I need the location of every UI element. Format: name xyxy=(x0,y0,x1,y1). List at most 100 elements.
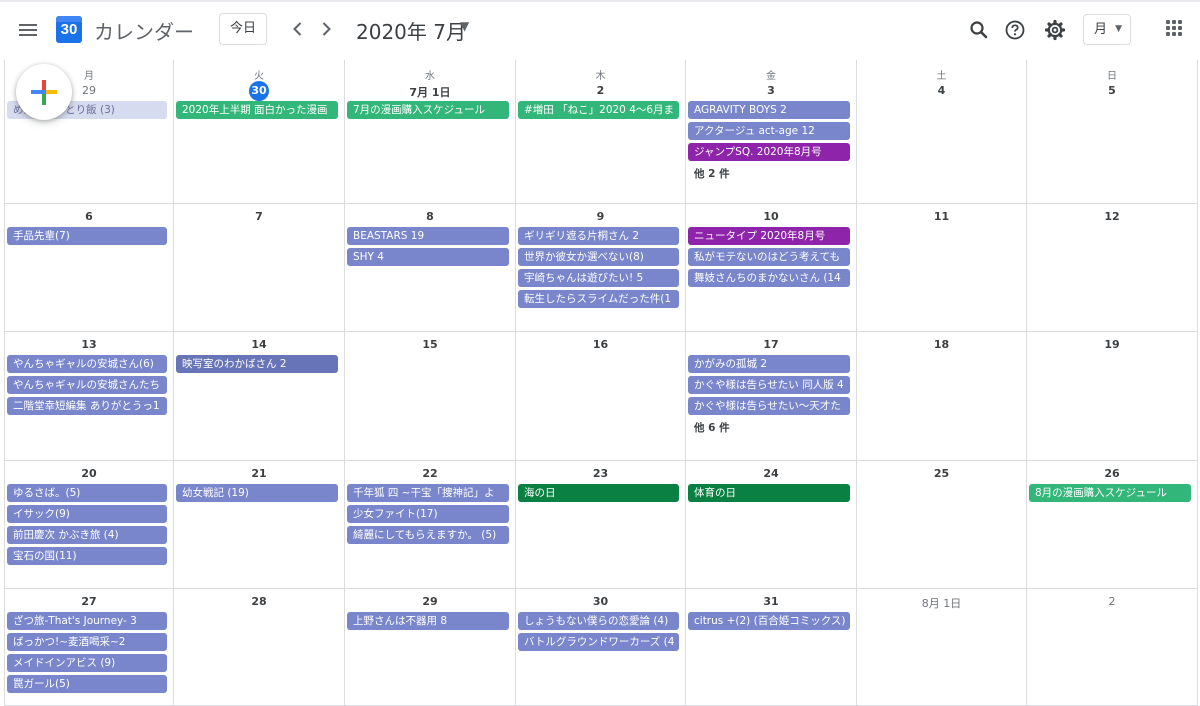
day-cell[interactable]: 17 かがみの孤城 2 かぐや様は告らせたい 同人版 4 かぐや様は告らせたい〜天才た… xyxy=(686,332,857,461)
event-chip[interactable]: かぐや様は告らせたい〜天才た xyxy=(688,397,850,415)
view-selector[interactable]: 月 ▼ xyxy=(1083,14,1131,45)
event-chip[interactable]: かがみの孤城 2 xyxy=(688,355,850,373)
event-chip[interactable]: 8月の漫画購入スケジュール xyxy=(1029,484,1191,502)
day-cell[interactable]: 21 幼女戦記 (19) xyxy=(174,461,345,589)
day-number[interactable]: 27 xyxy=(5,595,173,608)
gear-icon[interactable] xyxy=(1041,16,1069,44)
day-cell[interactable]: 16 xyxy=(516,332,686,461)
day-cell[interactable]: 18 xyxy=(857,332,1027,461)
day-cell[interactable]: 8 BEASTARS 19 SHY 4 xyxy=(345,204,516,332)
day-number[interactable]: 31 xyxy=(686,595,856,608)
day-cell[interactable]: 金 3 AGRAVITY BOYS 2 アクタージュ act-age 12 ジャンプSQ… xyxy=(686,60,857,204)
chevron-right-icon[interactable] xyxy=(312,15,340,43)
day-cell[interactable]: 9 ギリギリ遮る片桐さん 2 世界か彼女か選べない(8) 宇崎ちゃんは遊びたい! 5 転… xyxy=(516,204,686,332)
today-button[interactable]: 今日 xyxy=(219,13,267,45)
event-chip[interactable]: ジャンプSQ. 2020年8月号 xyxy=(688,143,850,161)
day-number[interactable]: 24 xyxy=(686,467,856,480)
day-number[interactable]: 30 xyxy=(516,595,685,608)
day-number[interactable]: 22 xyxy=(345,467,515,480)
day-number[interactable]: 4 xyxy=(857,84,1026,97)
day-cell[interactable]: 22 千年狐 四 ~干宝「捜神記」よ 少女ファイト(17) 綺麗にしてもらえますか。 … xyxy=(345,461,516,589)
day-cell[interactable]: 13 やんちゃギャルの安城さん(6) やんちゃギャルの安城さんたち 二階堂幸短編集 あ… xyxy=(4,332,174,461)
day-number[interactable]: 10 xyxy=(686,210,856,223)
event-chip[interactable]: 7月の漫画購入スケジュール xyxy=(347,101,509,119)
day-cell[interactable]: 26 8月の漫画購入スケジュール xyxy=(1027,461,1198,589)
day-number[interactable]: 12 xyxy=(1027,210,1197,223)
event-chip[interactable]: ゆるさば。(5) xyxy=(7,484,167,502)
day-number[interactable]: 8月 1日 xyxy=(857,595,1026,611)
day-number[interactable]: 13 xyxy=(5,338,173,351)
more-events-link[interactable]: 他 6 件 xyxy=(688,420,730,435)
day-number[interactable]: 6 xyxy=(5,210,173,223)
day-cell[interactable]: 12 xyxy=(1027,204,1198,332)
event-chip[interactable]: 世界か彼女か選べない(8) xyxy=(518,248,679,266)
chevron-left-icon[interactable] xyxy=(284,15,312,43)
event-chip[interactable]: 罠ガール(5) xyxy=(7,675,167,693)
event-chip[interactable]: 2020年上半期 面白かった漫画 xyxy=(176,101,338,119)
day-cell[interactable]: 31 citrus +(2) (百合姫コミックス) xyxy=(686,589,857,706)
event-chip[interactable]: 転生したらスライムだった件(1 xyxy=(518,290,679,308)
day-cell[interactable]: 8月 1日 xyxy=(857,589,1027,706)
day-number[interactable]: 19 xyxy=(1027,338,1197,351)
day-cell[interactable]: 11 xyxy=(857,204,1027,332)
day-cell[interactable]: 24 体育の日 xyxy=(686,461,857,589)
event-chip[interactable]: citrus +(2) (百合姫コミックス) xyxy=(688,612,850,630)
month-title[interactable]: 2020年 7月 xyxy=(356,16,466,45)
event-chip[interactable]: メイドインアビス (9) xyxy=(7,654,167,672)
day-number[interactable]: 30 xyxy=(174,81,344,101)
day-cell[interactable]: 29 上野さんは不器用 8 xyxy=(345,589,516,706)
calendar-logo-icon[interactable]: 30 xyxy=(56,14,82,44)
day-cell[interactable]: 火 30 2020年上半期 面白かった漫画 xyxy=(174,60,345,204)
event-chip[interactable]: 体育の日 xyxy=(688,484,850,502)
day-number[interactable]: 26 xyxy=(1027,467,1197,480)
day-cell[interactable]: 日5 xyxy=(1027,60,1198,204)
event-chip[interactable]: かぐや様は告らせたい 同人版 4 xyxy=(688,376,850,394)
day-cell[interactable]: 15 xyxy=(345,332,516,461)
event-chip[interactable]: 二階堂幸短編集 ありがとうっ1 xyxy=(7,397,167,415)
event-chip[interactable]: 手品先輩(7) xyxy=(7,227,167,245)
day-number[interactable]: 7月 1日 xyxy=(345,84,515,100)
day-number[interactable]: 18 xyxy=(857,338,1026,351)
day-number[interactable]: 21 xyxy=(174,467,344,480)
help-icon[interactable] xyxy=(1001,16,1029,44)
day-number[interactable]: 2 xyxy=(1027,595,1197,608)
day-cell[interactable]: 25 xyxy=(857,461,1027,589)
day-cell[interactable]: 土4 xyxy=(857,60,1027,204)
day-number[interactable]: 2 xyxy=(516,84,685,97)
event-chip[interactable]: SHY 4 xyxy=(347,248,509,266)
event-chip[interactable]: バトルグラウンドワーカーズ (4 xyxy=(518,633,679,651)
create-button[interactable] xyxy=(16,64,72,120)
day-cell[interactable]: 10 ニュータイプ 2020年8月号 私がモテないのはどう考えても 舞妓さんちのまかな… xyxy=(686,204,857,332)
event-chip[interactable]: ばっかつ!~麦酒喝采~2 xyxy=(7,633,167,651)
day-number[interactable]: 11 xyxy=(857,210,1026,223)
event-chip[interactable]: ざつ旅-That's Journey- 3 xyxy=(7,612,167,630)
day-cell[interactable]: 27 ざつ旅-That's Journey- 3 ばっかつ!~麦酒喝采~2 メイドイン… xyxy=(4,589,174,706)
day-cell[interactable]: 木 2 #増田 「ねこ」2020 4〜6月ま xyxy=(516,60,686,204)
event-chip[interactable]: 海の日 xyxy=(518,484,679,502)
event-chip[interactable]: 映写室のわかばさん 2 xyxy=(176,355,338,373)
day-number[interactable]: 17 xyxy=(686,338,856,351)
day-cell[interactable]: 23 海の日 xyxy=(516,461,686,589)
day-number[interactable]: 14 xyxy=(174,338,344,351)
event-chip[interactable]: 上野さんは不器用 8 xyxy=(347,612,509,630)
menu-icon[interactable] xyxy=(14,16,42,44)
day-cell[interactable]: 28 xyxy=(174,589,345,706)
day-cell[interactable]: 7 xyxy=(174,204,345,332)
event-chip[interactable]: 宇崎ちゃんは遊びたい! 5 xyxy=(518,269,679,287)
day-number[interactable]: 3 xyxy=(686,84,856,97)
more-events-link[interactable]: 他 2 件 xyxy=(688,166,730,181)
day-cell[interactable]: 20 ゆるさば。(5) イサック(9) 前田慶次 かぶき旅 (4) 宝石の国(11) xyxy=(4,461,174,589)
day-number[interactable]: 9 xyxy=(516,210,685,223)
event-chip[interactable]: ニュータイプ 2020年8月号 xyxy=(688,227,850,245)
event-chip[interactable]: ギリギリ遮る片桐さん 2 xyxy=(518,227,679,245)
day-cell[interactable]: 14 映写室のわかばさん 2 xyxy=(174,332,345,461)
event-chip[interactable]: やんちゃギャルの安城さん(6) xyxy=(7,355,167,373)
apps-grid-icon[interactable] xyxy=(1166,20,1182,36)
day-number[interactable]: 23 xyxy=(516,467,685,480)
day-number[interactable]: 8 xyxy=(345,210,515,223)
event-chip[interactable]: やんちゃギャルの安城さんたち xyxy=(7,376,167,394)
event-chip[interactable]: 私がモテないのはどう考えても xyxy=(688,248,850,266)
day-number[interactable]: 25 xyxy=(857,467,1026,480)
caret-down-icon[interactable]: ▼ xyxy=(460,19,469,33)
day-number[interactable]: 29 xyxy=(345,595,515,608)
